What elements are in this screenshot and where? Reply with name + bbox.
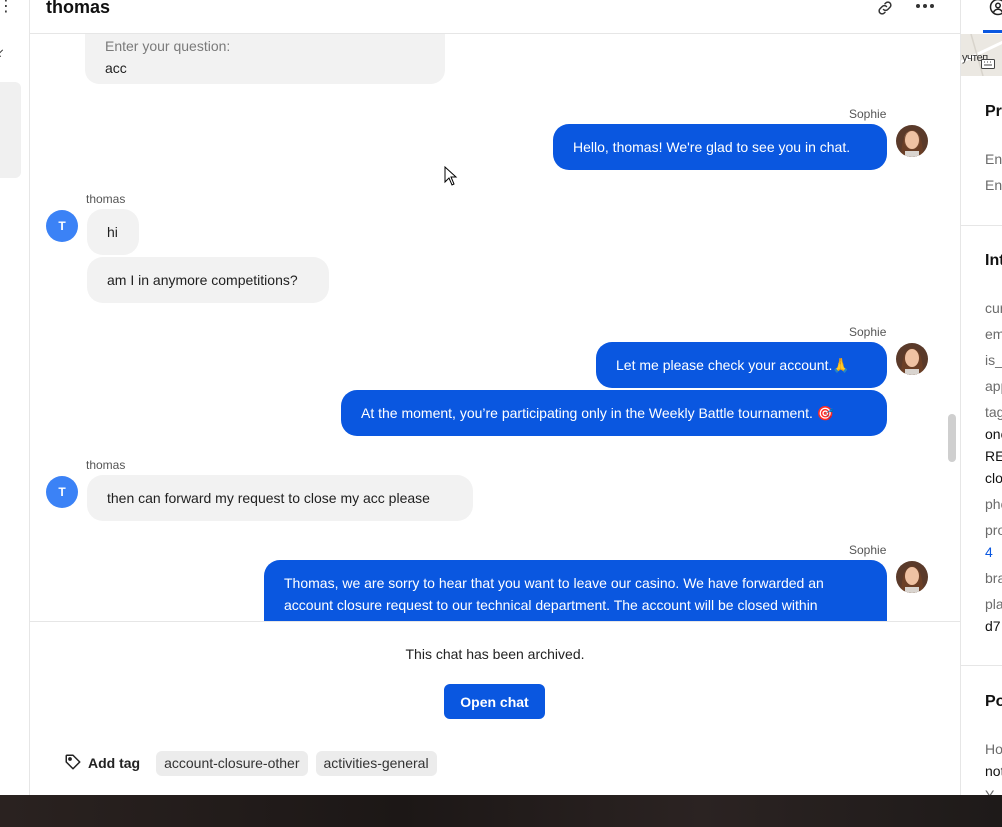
tag-value: clo [985,470,1002,486]
add-tag-label: Add tag [88,755,141,771]
integration-link[interactable]: 4 [985,544,993,560]
integration-label: pro [985,522,1002,538]
chat-panel: thomas Enter your question: acc Sophie H… [30,0,960,795]
agent-avatar [896,561,928,593]
agent-avatar [896,125,928,157]
user-message: am I in anymore competitions? [87,257,329,303]
integration-value: d7 [985,618,1001,634]
menu-icon[interactable]: ⋮ [0,0,14,16]
section-profile-heading: Pro [985,103,1002,120]
integration-label: tag [985,404,1002,420]
agent-message: Thomas, we are sorry to hear that you wa… [264,560,887,621]
form-question: Enter your question: [105,38,231,54]
tag-value: RE [985,448,1002,464]
sender-name: Sophie [849,543,887,557]
agent-message-line: Thomas, we are sorry to hear that you wa… [284,575,824,591]
integration-label: app [985,378,1002,394]
agent-message: Hello, thomas! We're glad to see you in … [553,124,887,170]
form-response-bubble: Enter your question: acc [85,34,445,84]
user-message: then can forward my request to close my … [87,475,473,521]
link-icon[interactable] [872,0,898,18]
mouse-cursor-icon [444,165,458,191]
chevron-icon[interactable]: ⌐ [0,43,9,60]
integration-label: is_ [985,352,1002,368]
tag-chip[interactable]: activities-general [315,750,437,776]
user-message: hi [87,209,139,255]
left-sidebar: ⋮ ⌐ [0,0,30,795]
right-details-panel: учтеп Pro Ent Ent Int cur em is_ app tag… [960,0,1002,795]
agent-message: At the moment, you’re participating only… [341,390,887,436]
open-chat-button[interactable]: Open chat [444,684,545,719]
tags-row: Add tag account-closure-other activities… [64,750,437,776]
message-list[interactable]: Enter your question: acc Sophie Hello, t… [30,34,960,621]
section-po-heading: Po [985,693,1002,710]
selected-chat-item[interactable] [0,82,21,178]
app-window: ⋮ ⌐ thomas Enter your question: acc Soph… [0,0,1002,795]
section-integrations-heading: Int [985,252,1002,269]
divider [961,665,1002,666]
user-avatar: T [46,210,78,242]
profile-tab-icon[interactable] [989,0,1002,21]
archived-notice: This chat has been archived. [405,646,585,662]
agent-message-line: account closure request to our technical… [284,597,818,613]
sender-name: Sophie [849,325,887,339]
integration-label: cur [985,300,1002,316]
more-icon[interactable] [912,0,938,16]
chat-title: thomas [46,0,111,17]
sender-name: thomas [86,458,126,472]
agent-message: Let me please check your account.🙏 [596,342,887,388]
integration-label: bra [985,570,1002,586]
keyboard-icon [981,56,995,74]
integration-label: pla [985,596,1002,612]
active-tab-indicator [983,30,1002,33]
sender-name: thomas [86,192,126,206]
po-value: not [985,763,1002,779]
po-label: Ho [985,741,1002,757]
integration-label: em [985,326,1002,342]
sender-name: Sophie [849,107,887,121]
location-map[interactable]: учтеп [961,34,1002,76]
tag-value: one [985,426,1002,442]
desktop-background [0,795,1002,827]
user-avatar: T [46,476,78,508]
archived-footer: This chat has been archived. Open chat A… [30,621,960,795]
profile-field[interactable]: Ent [985,151,1002,167]
integration-label: pho [985,496,1002,512]
add-tag-button[interactable]: Add tag [64,753,140,774]
agent-avatar [896,343,928,375]
divider [961,225,1002,226]
scrollbar-thumb[interactable] [948,414,956,462]
po-label: Y [985,787,995,795]
chat-header: thomas [30,0,960,34]
tag-chip[interactable]: account-closure-other [156,750,308,776]
tag-icon [64,753,82,774]
form-answer: acc [105,60,127,76]
profile-field[interactable]: Ent [985,177,1002,193]
